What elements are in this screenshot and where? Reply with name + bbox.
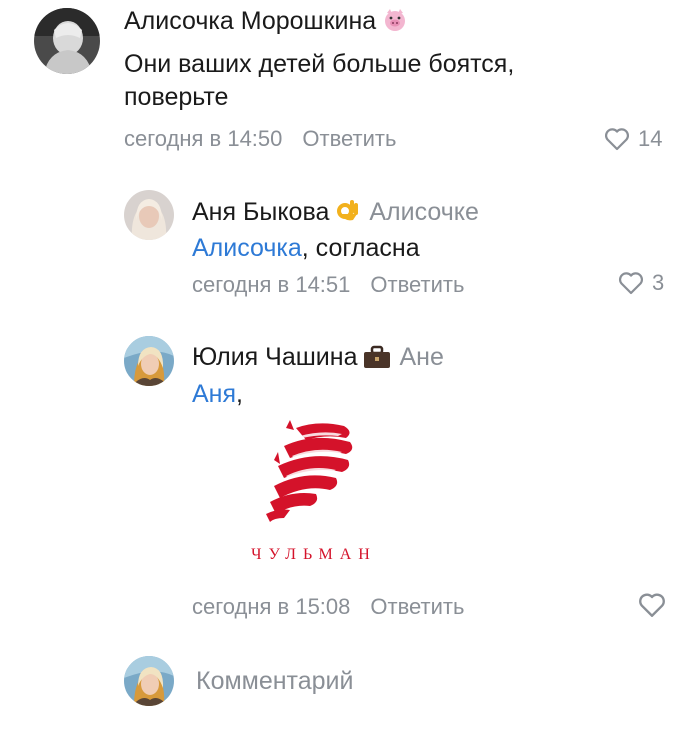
comment-time: сегодня в 14:51 — [192, 272, 351, 297]
comment-text-body: , — [236, 380, 243, 408]
comment-text-body: Они ваших детей больше боятся, поверьте — [124, 50, 515, 111]
comment-meta: сегодня в 14:50 Ответить — [124, 126, 396, 152]
like-button[interactable] — [638, 592, 666, 618]
reply-to[interactable]: Алисочке — [369, 198, 479, 226]
comment-meta: сегодня в 14:51 Ответить — [192, 272, 464, 298]
reply-button[interactable]: Ответить — [370, 272, 464, 297]
sticker-caption: ЧУЛЬМАН — [251, 546, 377, 563]
comment-time: сегодня в 15:08 — [192, 594, 351, 619]
comment-text: Они ваших детей больше боятся, поверьте — [124, 48, 624, 114]
avatar — [124, 656, 174, 706]
avatar[interactable] — [124, 336, 174, 386]
heart-icon — [618, 271, 644, 295]
heart-icon — [604, 127, 630, 151]
comment-input[interactable]: Комментарий — [196, 666, 676, 696]
mention-link[interactable]: Алисочка — [192, 234, 302, 262]
sticker-attachment[interactable]: ЧУЛЬМАН — [226, 418, 396, 580]
author-name[interactable]: Юлия Чашина — [192, 343, 357, 371]
like-count: 14 — [638, 126, 663, 151]
reply-to[interactable]: Ане — [399, 343, 443, 371]
author-line: Аня Быкова Алисочке — [192, 196, 479, 231]
author-name[interactable]: Аня Быкова — [192, 198, 329, 226]
author-line: Алисочка Морошкина — [124, 6, 408, 40]
like-button[interactable]: 3 — [618, 270, 664, 296]
comment-time: сегодня в 14:50 — [124, 126, 283, 151]
like-button[interactable]: 14 — [604, 126, 662, 152]
piglet-emoji-icon — [382, 7, 408, 40]
comment-meta: сегодня в 15:08 Ответить — [192, 594, 464, 620]
author-name[interactable]: Алисочка Морошкина — [124, 7, 376, 35]
comment-text-body: , согласна — [301, 234, 420, 262]
author-line: Юлия Чашина Ане — [192, 342, 444, 376]
avatar[interactable] — [124, 190, 174, 240]
comment-text: Алисочка, согласна — [192, 232, 652, 265]
ok-hand-emoji-icon — [335, 196, 361, 231]
heart-icon — [638, 592, 666, 618]
reply-button[interactable]: Ответить — [302, 126, 396, 151]
like-count: 3 — [652, 270, 665, 295]
mention-link[interactable]: Аня — [192, 380, 236, 408]
reply-button[interactable]: Ответить — [370, 594, 464, 619]
comment-text: Аня, — [192, 378, 652, 411]
avatar[interactable] — [34, 8, 100, 74]
briefcase-emoji-icon — [363, 345, 391, 376]
